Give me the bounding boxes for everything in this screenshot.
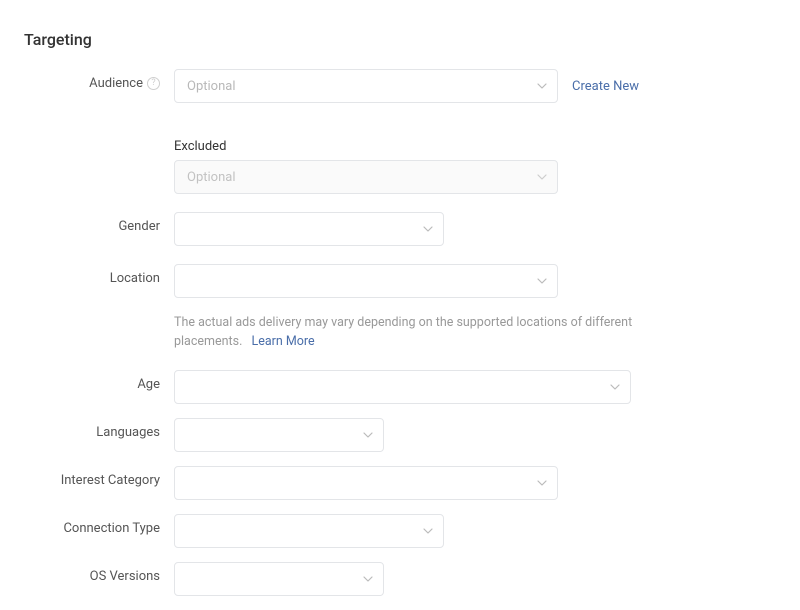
gender-select[interactable] <box>174 212 444 246</box>
label-languages-text: Languages <box>96 425 160 440</box>
row-age: Age <box>24 370 776 404</box>
label-audience: Audience ? <box>24 69 174 91</box>
targeting-section: Targeting Audience ? Optional Create New… <box>24 30 776 596</box>
row-languages: Languages <box>24 418 776 452</box>
label-os: OS Versions <box>24 562 174 584</box>
chevron-down-icon <box>610 384 620 390</box>
row-os: OS Versions <box>24 562 776 596</box>
chevron-down-icon <box>363 432 373 438</box>
section-title: Targeting <box>24 30 776 49</box>
excluded-label: Excluded <box>174 139 558 154</box>
location-select[interactable] <box>174 264 558 298</box>
interest-select[interactable] <box>174 466 558 500</box>
label-connection-text: Connection Type <box>63 521 160 536</box>
excluded-audience-select[interactable]: Optional <box>174 160 558 194</box>
location-help-body: The actual ads delivery may vary dependi… <box>174 315 632 349</box>
chevron-down-icon <box>537 174 547 180</box>
label-os-text: OS Versions <box>90 569 160 584</box>
label-gender-text: Gender <box>118 219 160 234</box>
chevron-down-icon <box>537 480 547 486</box>
learn-more-link[interactable]: Learn More <box>251 333 314 352</box>
row-location: Location The actual ads delivery may var… <box>24 264 776 352</box>
chevron-down-icon <box>423 528 433 534</box>
row-interest: Interest Category <box>24 466 776 500</box>
row-gender: Gender <box>24 212 776 246</box>
chevron-down-icon <box>537 278 547 284</box>
label-location: Location <box>24 264 174 286</box>
os-select[interactable] <box>174 562 384 596</box>
label-age-text: Age <box>137 377 160 392</box>
label-interest-text: Interest Category <box>61 473 160 488</box>
connection-select[interactable] <box>174 514 444 548</box>
audience-select[interactable]: Optional <box>174 69 558 103</box>
excluded-placeholder: Optional <box>187 170 235 185</box>
label-languages: Languages <box>24 418 174 440</box>
help-icon[interactable]: ? <box>147 77 160 90</box>
row-audience: Audience ? Optional Create New Excluded … <box>24 69 776 194</box>
label-location-text: Location <box>110 271 160 286</box>
create-new-link[interactable]: Create New <box>572 79 639 94</box>
row-connection: Connection Type <box>24 514 776 548</box>
age-select[interactable] <box>174 370 631 404</box>
location-help-text: The actual ads delivery may vary dependi… <box>174 314 694 352</box>
label-gender: Gender <box>24 212 174 234</box>
label-connection: Connection Type <box>24 514 174 536</box>
audience-select-placeholder: Optional <box>187 79 235 94</box>
languages-select[interactable] <box>174 418 384 452</box>
chevron-down-icon <box>537 83 547 89</box>
chevron-down-icon <box>363 576 373 582</box>
label-age: Age <box>24 370 174 392</box>
label-audience-text: Audience <box>89 76 143 91</box>
label-interest: Interest Category <box>24 466 174 488</box>
chevron-down-icon <box>423 226 433 232</box>
